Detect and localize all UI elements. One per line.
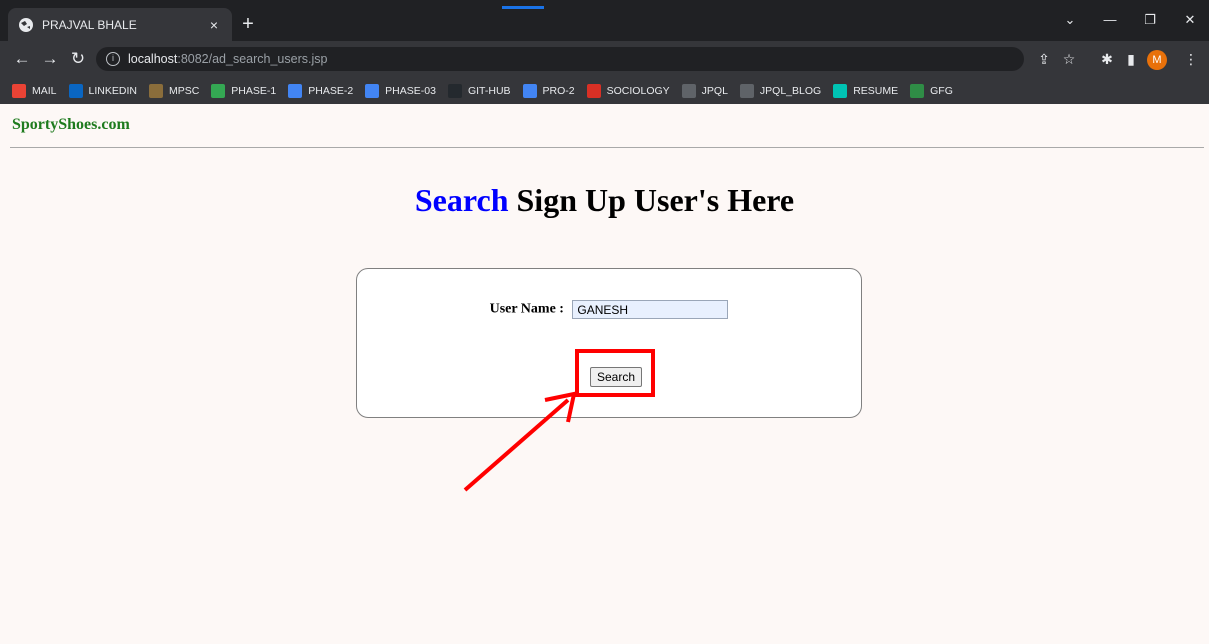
browser-toolbar: ← → ↻ i localhost:8082/ad_search_users.j…	[0, 41, 1209, 77]
back-arrow-icon[interactable]: ←	[10, 47, 34, 71]
bookmark-jpql[interactable]: JPQL	[681, 83, 728, 98]
bookmark-gfg[interactable]: GFG	[910, 83, 953, 98]
forward-arrow-icon[interactable]: →	[38, 47, 62, 71]
bookmark-label: GFG	[930, 84, 953, 97]
github-icon	[447, 83, 462, 98]
browser-tab[interactable]: PRAJVAL BHALE ×	[8, 8, 232, 41]
bookmark-label: PHASE-03	[385, 84, 436, 97]
page-title: Search Sign Up User's Here	[0, 182, 1209, 219]
bookmark-label: PRO-2	[542, 84, 575, 97]
bookmark-label: RESUME	[853, 84, 899, 97]
bookmarks-bar: MAIL LINKEDIN MPSC PHASE-1 PHASE-2 PHASE-03 GI…	[0, 77, 1209, 104]
docs-icon	[522, 83, 537, 98]
linkedin-icon	[68, 83, 83, 98]
extensions-icon[interactable]: ✱	[1098, 50, 1116, 68]
address-url[interactable]: localhost:8082/ad_search_users.jsp	[128, 52, 327, 66]
page-title-rest: Sign Up User's Here	[508, 182, 795, 218]
n-logo-icon	[833, 83, 848, 98]
bookmark-phase-03[interactable]: PHASE-03	[365, 83, 436, 98]
docs-icon	[288, 83, 303, 98]
browser-chrome: PRAJVAL BHALE × + ⌄ — ❐ ✕ ← → ↻ i localh…	[0, 0, 1209, 104]
share-icon[interactable]: ⇪	[1035, 50, 1053, 68]
red-square-icon	[586, 83, 601, 98]
bookmark-label: PHASE-2	[308, 84, 354, 97]
reload-icon[interactable]: ↻	[66, 47, 90, 71]
bookmark-pro-2[interactable]: PRO-2	[522, 83, 575, 98]
restore-icon[interactable]: ❐	[1137, 8, 1163, 32]
annotation-arrow-icon	[463, 391, 577, 492]
globe-icon	[739, 83, 754, 98]
window-close-icon[interactable]: ✕	[1177, 8, 1203, 32]
docs-icon	[365, 83, 380, 98]
bookmark-label: JPQL_BLOG	[759, 84, 822, 97]
gmail-icon	[12, 83, 26, 98]
site-brand[interactable]: SportyShoes.com	[12, 116, 130, 134]
bookmark-phase-2[interactable]: PHASE-2	[288, 83, 354, 98]
gfg-icon	[910, 83, 925, 98]
minimize-icon[interactable]: —	[1097, 8, 1123, 32]
page-title-highlight: Search	[414, 182, 509, 218]
jpql-icon	[681, 83, 696, 98]
bookmark-git-hub[interactable]: GIT-HUB	[447, 83, 511, 98]
username-input[interactable]	[572, 300, 729, 319]
globe-icon	[19, 17, 33, 32]
bookmark-phase-1[interactable]: PHASE-1	[211, 83, 277, 98]
menu-kebab-icon[interactable]: ⋮	[1182, 50, 1200, 68]
bookmark-sociology[interactable]: SOCIOLOGY	[586, 83, 670, 98]
side-panel-icon[interactable]: ▮	[1122, 50, 1140, 68]
tab-search-chevron-icon[interactable]: ⌄	[1057, 8, 1083, 32]
bookmark-mail[interactable]: MAIL	[12, 83, 57, 98]
username-label: User Name :	[489, 301, 564, 317]
bookmark-label: MPSC	[168, 84, 200, 97]
header-divider	[10, 147, 1204, 148]
bookmark-resume[interactable]: RESUME	[833, 83, 899, 98]
site-info-icon[interactable]: i	[106, 52, 120, 66]
bookmark-label: GIT-HUB	[467, 84, 511, 97]
tab-strip-accent	[502, 6, 544, 9]
bookmark-label: JPQL	[701, 84, 728, 97]
close-tab-icon[interactable]: ×	[206, 17, 222, 33]
bookmark-linkedin[interactable]: LINKEDIN	[68, 83, 137, 98]
bookmark-label: PHASE-1	[231, 84, 277, 97]
bookmark-star-icon[interactable]: ☆	[1060, 50, 1078, 68]
tab-title: PRAJVAL BHALE	[42, 17, 137, 32]
bookmark-label: MAIL	[32, 84, 57, 97]
bookmark-label: LINKEDIN	[88, 84, 137, 97]
profile-avatar[interactable]: M	[1147, 50, 1167, 70]
username-row: User Name :	[357, 300, 861, 319]
bookmark-label: SOCIOLOGY	[606, 84, 670, 97]
bookmark-mpsc[interactable]: MPSC	[148, 83, 200, 98]
drive-icon	[211, 83, 226, 98]
bookmark-jpql-blog[interactable]: JPQL_BLOG	[739, 83, 822, 98]
new-tab-button[interactable]: +	[236, 12, 260, 36]
address-bar[interactable]: i localhost:8082/ad_search_users.jsp	[96, 47, 1024, 71]
emblem-icon	[148, 83, 163, 98]
tab-strip: PRAJVAL BHALE × + ⌄ — ❐ ✕	[0, 0, 1209, 41]
